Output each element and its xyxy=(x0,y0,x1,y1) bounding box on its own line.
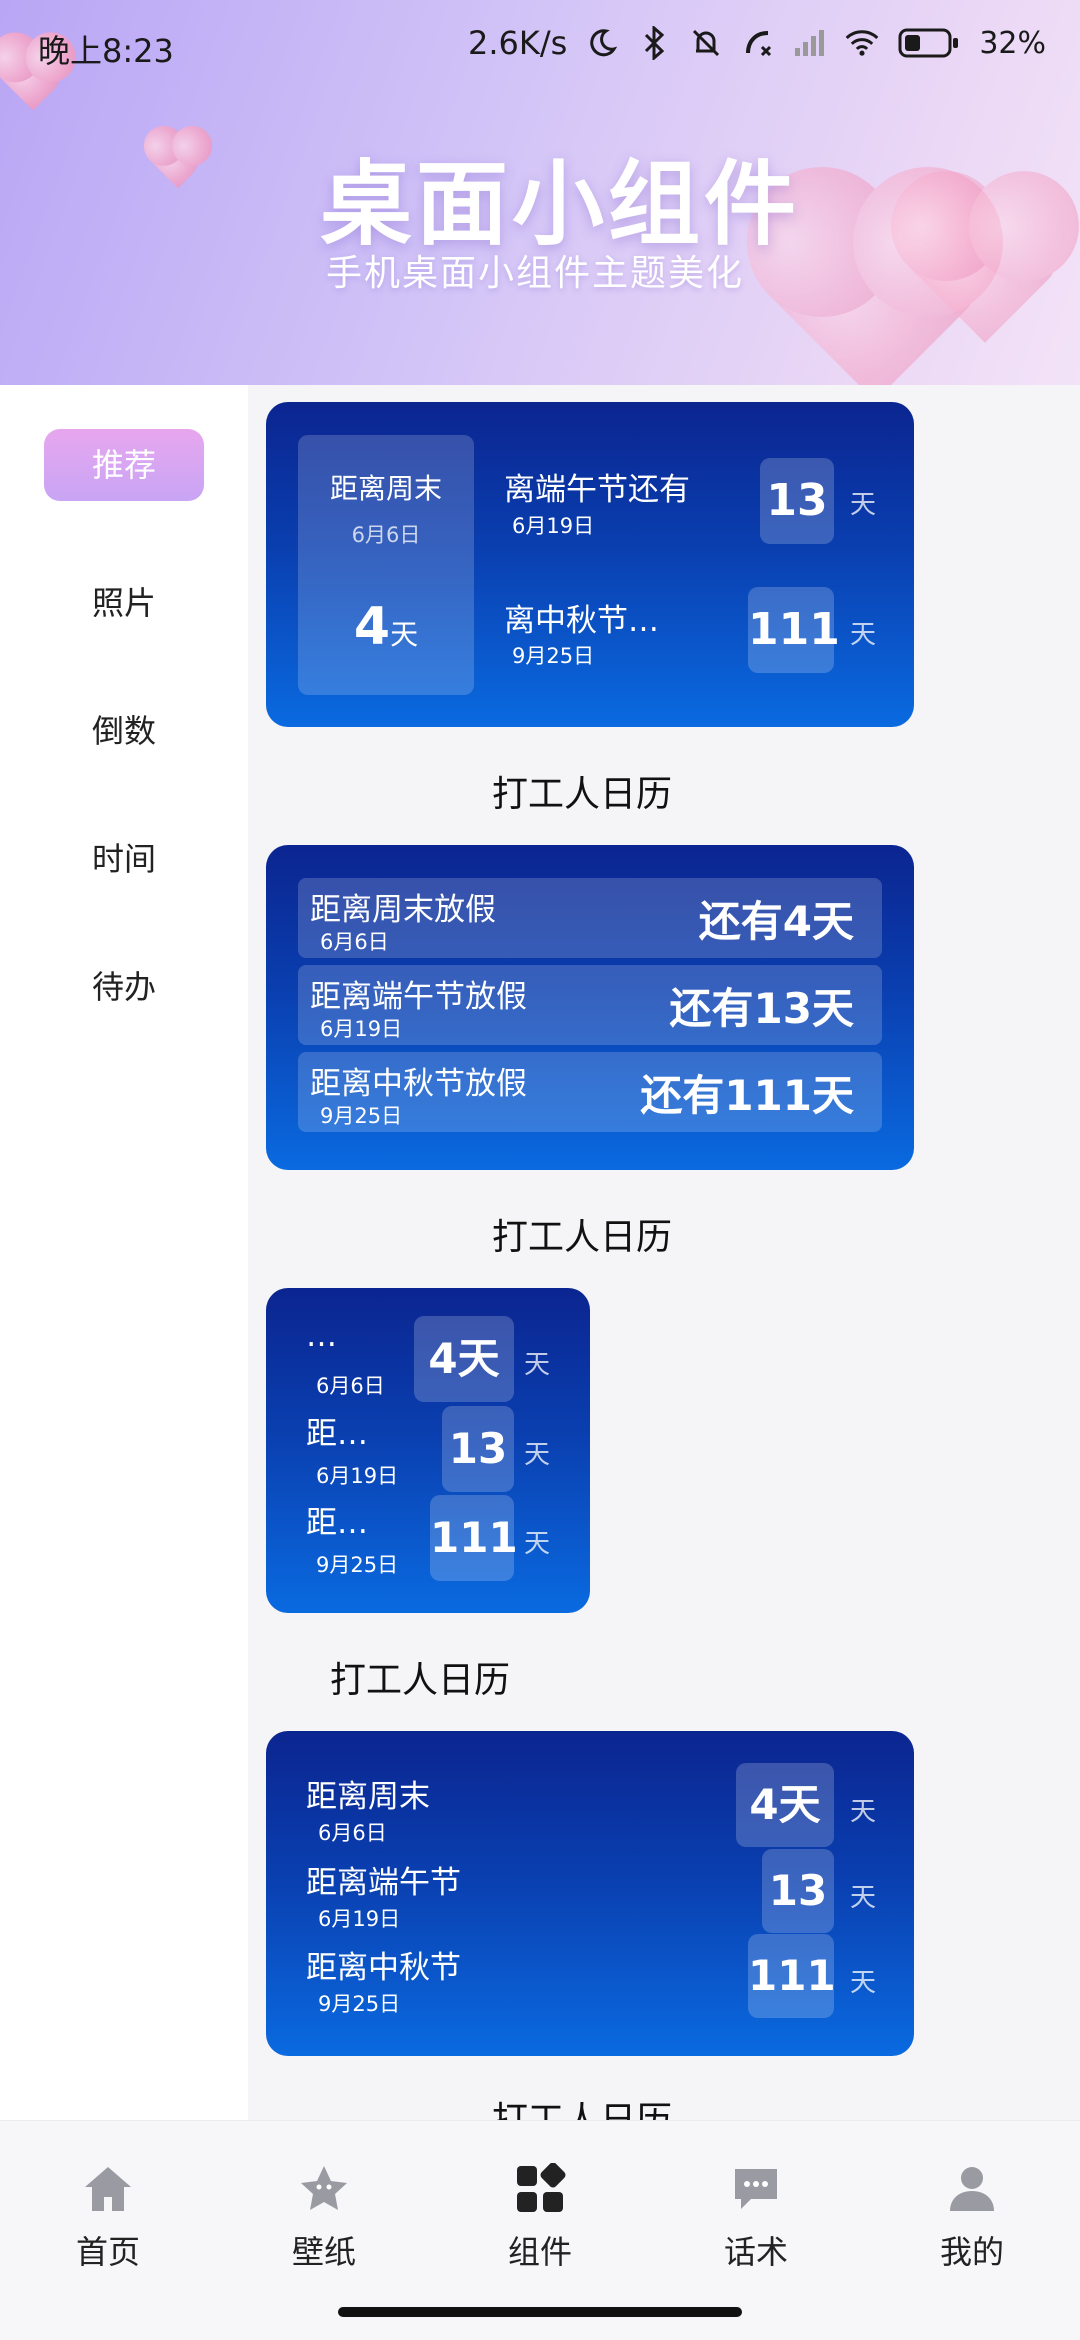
nav-widgets[interactable]: 组件 xyxy=(470,2161,610,2273)
days-count: 13 xyxy=(442,1406,514,1492)
days-unit: 天 xyxy=(850,620,877,650)
sidebar-item-recommend[interactable]: 推荐 xyxy=(44,429,204,501)
star-icon xyxy=(296,2161,352,2217)
widget-card[interactable]: 距离周末 6月6日 4天 离端午节还有 6月19日 13 天 离中秋节… 9月2… xyxy=(266,402,914,727)
widget-caption: 打工人日历 xyxy=(492,2091,672,2120)
row-date: 6月19日 xyxy=(512,514,595,538)
nav-profile[interactable]: 我的 xyxy=(902,2161,1042,2273)
row-label: 距离周末 xyxy=(306,1779,430,1815)
home-indicator[interactable] xyxy=(338,2307,742,2317)
days-count: 13 xyxy=(762,1849,834,1933)
widget-list[interactable]: 距离周末 6月6日 4天 离端午节还有 6月19日 13 天 离中秋节… 9月2… xyxy=(248,385,1080,2120)
status-time: 晚上8:23 xyxy=(38,32,174,70)
chat-icon xyxy=(728,2161,784,2217)
row-date: 6月19日 xyxy=(318,1907,401,1931)
countdown-text: 还有4天 xyxy=(698,897,854,946)
home-icon xyxy=(80,2161,136,2217)
row-date: 6月6日 xyxy=(318,1821,387,1845)
call-forward-icon xyxy=(741,26,775,60)
days-unit: 天 xyxy=(850,1968,877,1998)
row-label: 离端午节还有 xyxy=(504,472,690,508)
nav-widgets-label: 组件 xyxy=(507,2233,572,2271)
battery-percent: 32% xyxy=(979,25,1046,61)
row-label: 距离中秋节放假 xyxy=(310,1066,527,1102)
row-date: 9月25日 xyxy=(512,644,595,668)
countdown-text: 还有13天 xyxy=(669,984,854,1033)
network-speed: 2.6K/s xyxy=(467,24,568,62)
days-count: 111 xyxy=(748,587,840,673)
widgets-icon xyxy=(512,2161,568,2217)
row-label: 距… xyxy=(306,1416,368,1452)
row-label: 距离周末放假 xyxy=(310,892,496,928)
nav-scripts[interactable]: 话术 xyxy=(686,2161,826,2273)
moon-icon xyxy=(585,26,619,60)
widget-card[interactable]: … 6月6日 4天 天 距… 6月19日 13 天 距… 9月25日 111 天 xyxy=(266,1288,590,1613)
nav-wallpaper-label: 壁纸 xyxy=(291,2233,356,2271)
days-count: 4天 xyxy=(736,1763,834,1847)
widget-caption: 打工人日历 xyxy=(492,774,673,815)
status-icons: 2.6K/s 32% xyxy=(468,24,1046,62)
widget-card[interactable]: 距离周末放假 6月6日 还有4天 距离端午节放假 6月19日 还有13天 距离中… xyxy=(266,845,914,1170)
list-item: 距离端午节放假 6月19日 还有13天 xyxy=(298,965,882,1045)
weekend-panel: 距离周末 6月6日 4天 xyxy=(298,435,474,695)
row-date: 6月6日 xyxy=(316,1374,385,1398)
row-label: 距离中秋节 xyxy=(306,1950,461,1986)
sidebar-item-photos[interactable]: 照片 xyxy=(0,578,248,624)
days-unit: 天 xyxy=(524,1350,551,1380)
category-sidebar: 推荐 照片 倒数 时间 待办 xyxy=(0,385,248,2120)
nav-home-label: 首页 xyxy=(75,2233,140,2271)
profile-icon xyxy=(944,2161,1000,2217)
days-unit: 天 xyxy=(850,490,877,520)
signal-icon xyxy=(793,26,827,60)
days-unit: 天 xyxy=(524,1529,551,1559)
list-item: 距离周末放假 6月6日 还有4天 xyxy=(298,878,882,958)
page-subtitle: 手机桌面小组件主题美化 xyxy=(326,253,745,294)
row-date: 6月19日 xyxy=(316,1464,399,1488)
nav-wallpaper[interactable]: 壁纸 xyxy=(254,2161,394,2273)
days-count: 111 xyxy=(748,1934,836,2018)
days-unit: 天 xyxy=(850,1883,877,1913)
widget-caption: 打工人日历 xyxy=(492,1217,673,1258)
widget-caption: 打工人日历 xyxy=(330,1660,511,1701)
row-date: 9月25日 xyxy=(316,1553,399,1577)
sidebar-item-countdown[interactable]: 倒数 xyxy=(0,706,248,752)
bluetooth-icon xyxy=(637,26,671,60)
weekend-label: 距离周末 xyxy=(329,472,442,505)
weekend-days: 4天 xyxy=(353,597,419,657)
weekend-date: 6月6日 xyxy=(351,523,421,547)
widget-card[interactable]: 距离周末 6月6日 4天 天 距离端午节 6月19日 13 天 距离中秋节 9月… xyxy=(266,1731,914,2056)
nav-scripts-label: 话术 xyxy=(723,2233,788,2271)
battery-icon xyxy=(897,26,961,60)
nav-profile-label: 我的 xyxy=(939,2233,1004,2271)
status-bar: 晚上8:23 2.6K/s 32% xyxy=(0,0,1080,96)
header-banner: 晚上8:23 2.6K/s 32% 桌面小组件 手机桌面小组件主题美化 xyxy=(0,0,1080,385)
sidebar-item-todo[interactable]: 待办 xyxy=(0,962,248,1008)
countdown-text: 还有111天 xyxy=(640,1071,854,1120)
row-date: 9月25日 xyxy=(318,1992,401,2016)
row-label: 离中秋节… xyxy=(504,603,659,639)
days-count: 13 xyxy=(760,458,834,544)
days-unit: 天 xyxy=(850,1797,877,1827)
days-count: 4天 xyxy=(414,1316,514,1402)
row-date: 6月19日 xyxy=(320,1017,403,1041)
list-item: 距离中秋节放假 9月25日 还有111天 xyxy=(298,1052,882,1132)
row-date: 9月25日 xyxy=(320,1104,403,1128)
row-label: 距离端午节放假 xyxy=(310,979,527,1015)
nav-home[interactable]: 首页 xyxy=(38,2161,178,2273)
row-date: 6月6日 xyxy=(320,930,389,954)
days-unit: 天 xyxy=(524,1440,551,1470)
row-label: 距离端午节 xyxy=(306,1865,461,1901)
row-label: … xyxy=(306,1318,337,1354)
days-count: 111 xyxy=(430,1495,518,1581)
mute-bell-icon xyxy=(689,26,723,60)
heart-decoration-icon xyxy=(149,131,207,189)
sidebar-item-time[interactable]: 时间 xyxy=(0,834,248,880)
wifi-icon xyxy=(845,26,879,60)
row-label: 距… xyxy=(306,1505,368,1541)
